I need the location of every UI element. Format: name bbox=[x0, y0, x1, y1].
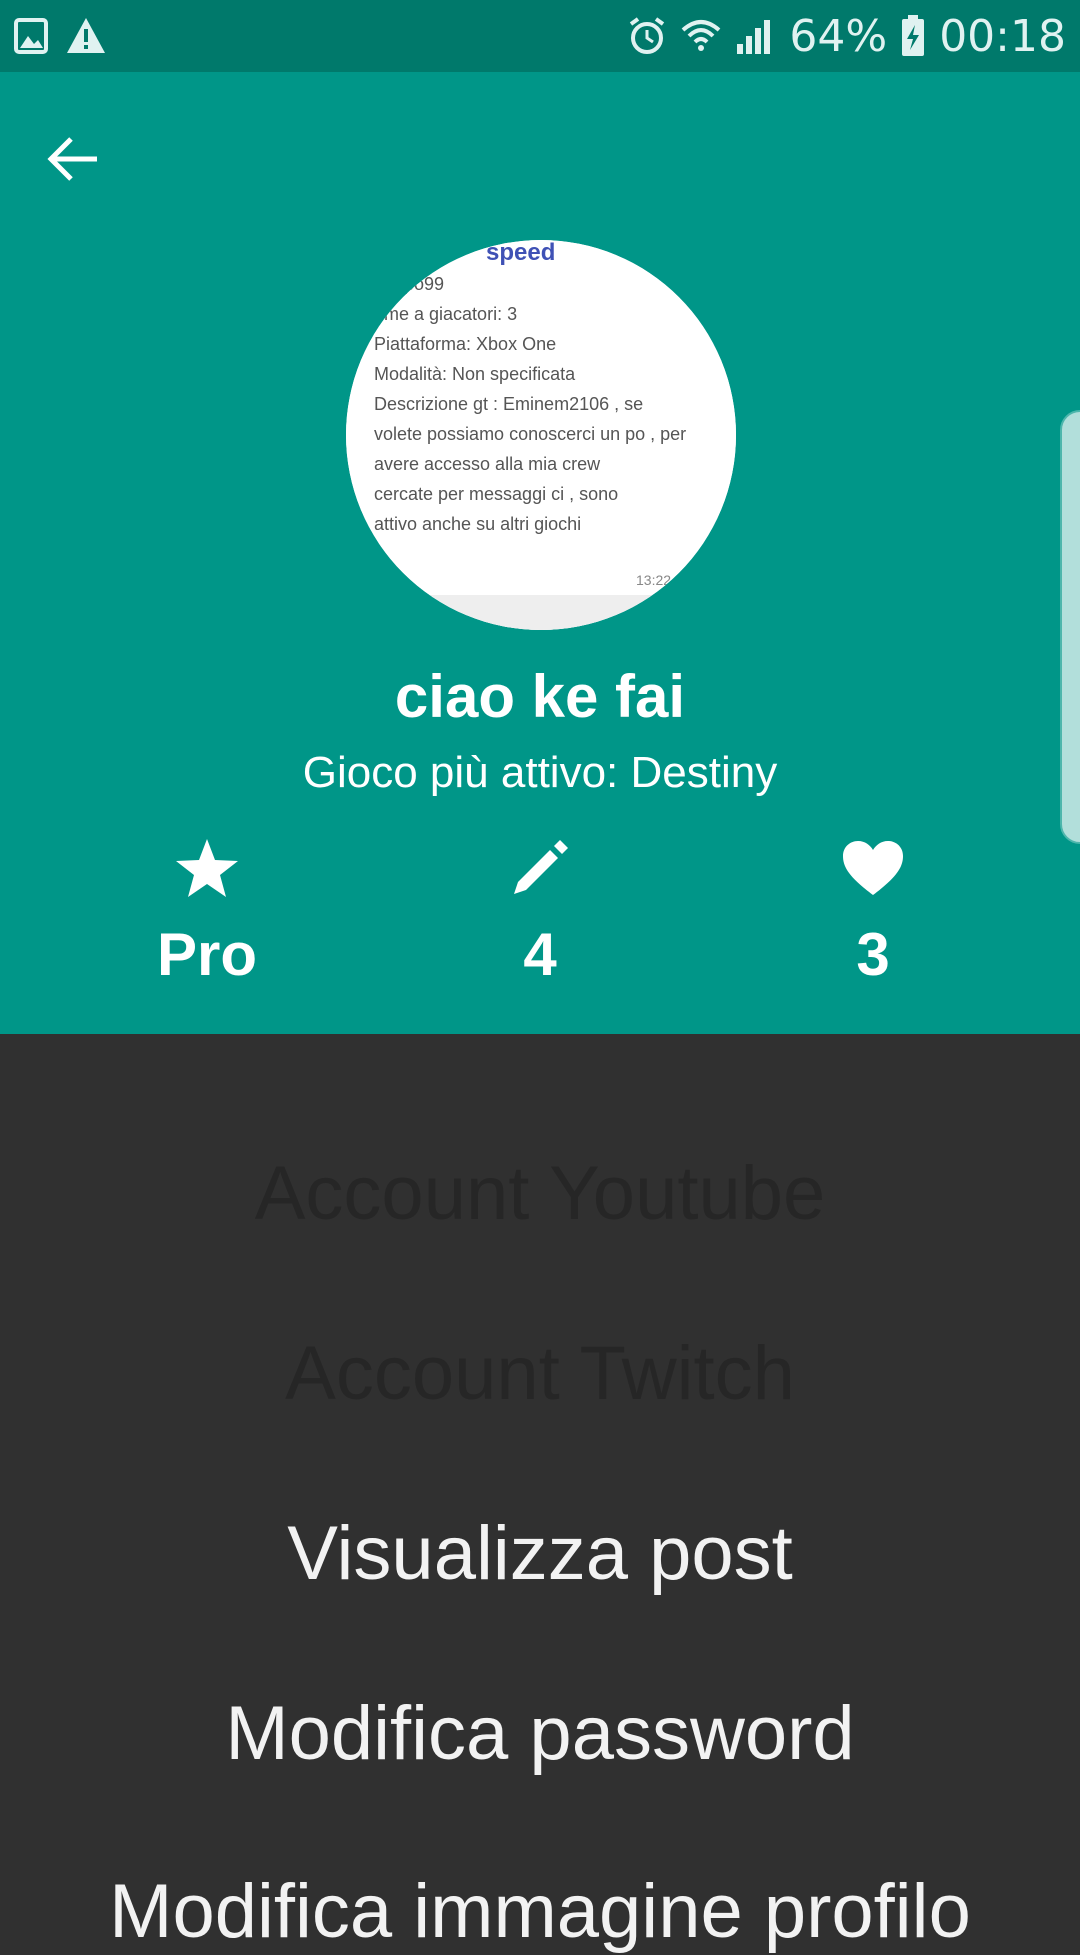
arrow-back-icon bbox=[47, 135, 99, 188]
profile-header: speed po99 ume a giacatori: 3 Piattaforma:… bbox=[0, 72, 1080, 1034]
heart-icon bbox=[841, 839, 905, 902]
clock: 00:18 bbox=[939, 10, 1066, 62]
pencil-icon bbox=[510, 838, 570, 903]
avatar-title: speed bbox=[486, 240, 555, 266]
avatar-text-line: Descrizione gt : Eminem2106 , se bbox=[374, 394, 643, 414]
menu-item-view-posts[interactable]: Visualizza post bbox=[0, 1510, 1080, 1597]
avatar-text-line: cercate per messaggi ci , sono bbox=[374, 484, 618, 504]
menu-item-account-twitch[interactable]: Account Twitch bbox=[0, 1330, 1080, 1417]
stat-likes-value: 3 bbox=[856, 921, 890, 988]
image-icon bbox=[14, 16, 48, 56]
avatar-text-line: Piattaforma: Xbox One bbox=[374, 334, 556, 354]
battery-charging-icon bbox=[901, 15, 925, 57]
star-icon bbox=[175, 837, 239, 904]
avatar-text-line: po99 bbox=[404, 274, 444, 294]
stat-level: Pro bbox=[97, 834, 317, 989]
menu-item-account-youtube[interactable]: Account Youtube bbox=[0, 1150, 1080, 1237]
menu-item-change-password[interactable]: Modifica password bbox=[0, 1690, 1080, 1777]
avatar-text-line: Modalità: Non specificata bbox=[374, 364, 576, 384]
stat-likes: 3 bbox=[763, 834, 983, 989]
stat-level-value: Pro bbox=[156, 921, 258, 988]
avatar-text-line: attivo anche su altri giochi bbox=[374, 514, 581, 534]
warning-icon bbox=[66, 16, 106, 56]
battery-percent: 64% bbox=[789, 10, 888, 62]
avatar-text-line: ume a giacatori: 3 bbox=[374, 304, 517, 324]
signal-icon bbox=[735, 16, 775, 56]
stat-posts: 4 bbox=[430, 834, 650, 989]
active-game: Gioco più attivo: Destiny bbox=[302, 748, 778, 797]
wifi-icon bbox=[681, 16, 721, 56]
avatar-text-line: volete possiamo conoscerci un po , per bbox=[374, 424, 686, 444]
username: ciao ke fai bbox=[394, 663, 686, 730]
avatar-text-line: avere accesso alla mia crew bbox=[374, 454, 601, 474]
back-button[interactable] bbox=[38, 126, 108, 196]
alarm-icon bbox=[627, 16, 667, 56]
menu-item-change-profile-image[interactable]: Modifica immagine profilo bbox=[0, 1868, 1080, 1955]
status-bar: 64% 00:18 bbox=[0, 0, 1080, 72]
stat-posts-value: 4 bbox=[523, 921, 557, 988]
avatar[interactable]: speed po99 ume a giacatori: 3 Piattaforma:… bbox=[346, 240, 736, 630]
avatar-timestamp: 13:22 bbox=[636, 572, 671, 588]
